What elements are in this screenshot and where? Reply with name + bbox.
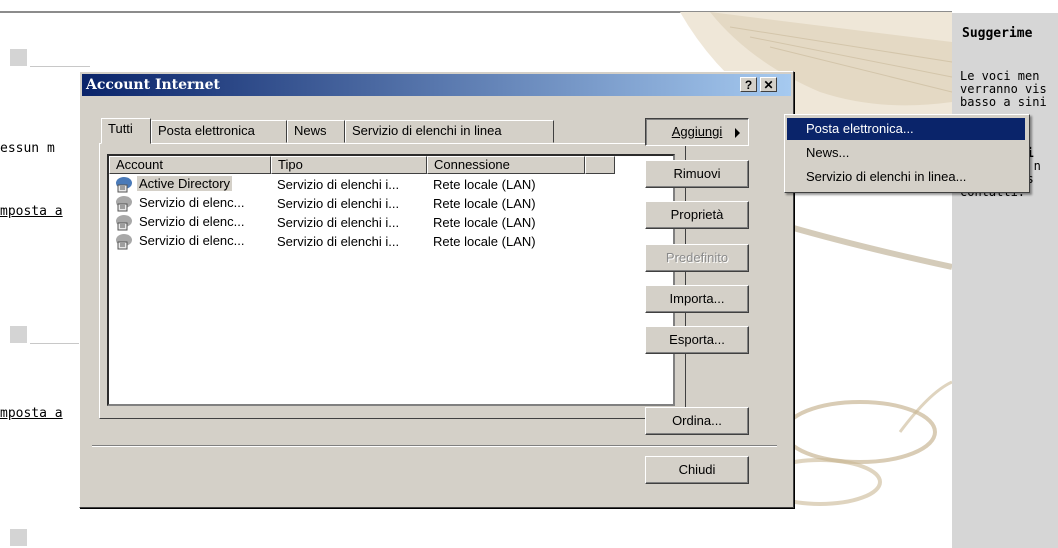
list-item[interactable]: Active Directory Servizio di elenchi i..… — [109, 175, 673, 194]
suggestion-text: Le voci men — [960, 69, 1040, 83]
background-link[interactable]: mposta a — [0, 406, 63, 421]
tab-all[interactable]: Tutti — [101, 118, 151, 144]
account-type: Servizio di elenchi i... — [277, 196, 400, 211]
directory-service-icon — [116, 196, 132, 212]
order-button[interactable]: Ordina... — [645, 407, 749, 435]
tab-directory-service[interactable]: Servizio di elenchi in linea — [345, 120, 554, 143]
account-connection: Rete locale (LAN) — [433, 196, 536, 211]
account-type: Servizio di elenchi i... — [277, 234, 400, 249]
close-icon[interactable]: ✕ — [760, 77, 777, 92]
list-header: Account Tipo Connessione — [109, 156, 673, 174]
export-button[interactable]: Esporta... — [645, 326, 749, 354]
accounts-list[interactable]: Account Tipo Connessione Active Director… — [107, 154, 675, 406]
account-connection: Rete locale (LAN) — [433, 215, 536, 230]
column-spacer — [585, 156, 615, 174]
list-item[interactable]: Servizio di elenc... Servizio di elenchi… — [109, 232, 673, 251]
directory-service-icon — [116, 177, 132, 193]
directory-service-icon — [116, 215, 132, 231]
dialog-titlebar[interactable]: Account Internet ? ✕ — [82, 74, 791, 96]
column-connection[interactable]: Connessione — [427, 156, 585, 174]
account-connection: Rete locale (LAN) — [433, 234, 536, 249]
properties-button[interactable]: Proprietà — [645, 201, 749, 229]
directory-service-icon — [116, 234, 132, 250]
suggestions-panel: Suggerime Le voci men verranno vis basso… — [952, 13, 1058, 548]
account-name: Servizio di elenc... — [139, 214, 245, 229]
account-name: Active Directory — [137, 176, 233, 191]
suggestion-text: verranno vis — [960, 82, 1047, 96]
gray-square — [10, 49, 27, 66]
account-name: Servizio di elenc... — [139, 195, 245, 210]
list-item[interactable]: Servizio di elenc... Servizio di elenchi… — [109, 213, 673, 232]
separator — [92, 445, 777, 447]
tab-news[interactable]: News — [287, 120, 345, 143]
account-name: Servizio di elenc... — [139, 233, 245, 248]
set-default-button[interactable]: Predefinito — [645, 244, 749, 272]
column-account[interactable]: Account — [109, 156, 271, 174]
dialog-title: Account Internet — [86, 77, 220, 93]
suggestions-title: Suggerime — [962, 26, 1033, 41]
menu-item-news[interactable]: News... — [787, 142, 1025, 164]
submenu-arrow-icon — [735, 128, 740, 138]
suggestion-text: basso a sini — [960, 95, 1047, 109]
divider — [30, 66, 90, 67]
account-connection: Rete locale (LAN) — [433, 177, 536, 192]
menu-item-directory-service[interactable]: Servizio di elenchi in linea... — [787, 166, 1025, 188]
close-button[interactable]: Chiudi — [645, 456, 749, 484]
background-link[interactable]: mposta a — [0, 204, 63, 219]
gray-square — [10, 326, 27, 343]
list-item[interactable]: Servizio di elenc... Servizio di elenchi… — [109, 194, 673, 213]
import-button[interactable]: Importa... — [645, 285, 749, 313]
internet-accounts-dialog: Account Internet ? ✕ Tutti Posta elettro… — [79, 71, 794, 508]
account-type: Servizio di elenchi i... — [277, 177, 400, 192]
account-type: Servizio di elenchi i... — [277, 215, 400, 230]
add-submenu: Posta elettronica... News... Servizio di… — [784, 114, 1030, 193]
tab-mail[interactable]: Posta elettronica — [151, 120, 287, 143]
help-button[interactable]: ? — [740, 77, 757, 92]
add-button[interactable]: Aggiungi — [645, 118, 749, 146]
gray-square — [10, 529, 27, 546]
column-type[interactable]: Tipo — [271, 156, 427, 174]
add-button-label: Aggiungi — [671, 124, 723, 139]
background-text: essun m — [0, 141, 55, 156]
remove-button[interactable]: Rimuovi — [645, 160, 749, 188]
menu-item-mail[interactable]: Posta elettronica... — [787, 118, 1025, 140]
